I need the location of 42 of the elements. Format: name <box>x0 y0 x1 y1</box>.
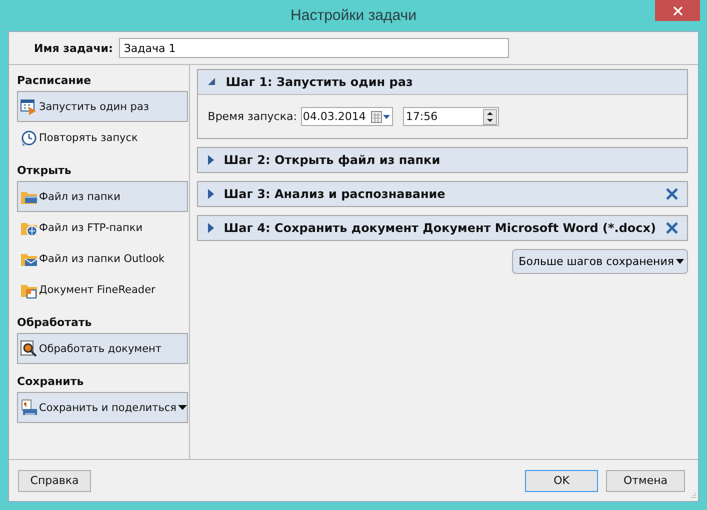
calendar-icon <box>20 98 38 116</box>
close-button[interactable] <box>655 0 700 21</box>
sidebar-item[interactable]: Повторять запуск <box>17 122 188 153</box>
caret-icon <box>676 259 684 264</box>
clock-icon <box>20 128 38 146</box>
sidebar-item[interactable]: Файл из папки Outlook <box>17 243 188 274</box>
expand-icon <box>208 155 214 165</box>
spinner-icon[interactable] <box>482 108 497 124</box>
close-icon <box>672 6 682 16</box>
section-heading: Расписание <box>17 74 92 88</box>
printer-icon <box>20 398 38 416</box>
sidebar-item[interactable]: Файл из папки <box>17 181 188 212</box>
ok-button[interactable]: OK <box>525 470 598 492</box>
task-name-label: Имя задачи: <box>34 42 113 54</box>
collapse-icon <box>208 78 216 86</box>
window-title: Настройки задачи <box>290 7 416 24</box>
sidebar-item[interactable]: Обработать документ <box>17 333 188 364</box>
expand-icon <box>208 189 214 199</box>
step-header[interactable]: Шаг 1: Запустить один раз <box>198 70 687 95</box>
sidebar-item[interactable]: Запустить один раз <box>17 91 188 122</box>
help-button[interactable]: Справка <box>18 470 91 492</box>
calendar-dropdown-icon[interactable] <box>370 110 391 122</box>
date-field[interactable]: 04.03.2014 <box>300 107 393 126</box>
step-header[interactable]: Шаг 2: Открыть файл из папки <box>198 148 687 172</box>
more-steps-button[interactable]: Больше шагов сохранения <box>512 249 688 274</box>
section-heading: Сохранить <box>17 375 84 389</box>
expand-icon <box>208 223 214 233</box>
sidebar-item[interactable]: Документ FineReader <box>17 274 188 305</box>
sidebar-item[interactable]: Файл из FTP-папки <box>17 212 188 243</box>
task-name-field[interactable]: Задача 1 <box>118 38 509 58</box>
remove-icon[interactable] <box>666 222 678 234</box>
step-header[interactable]: Шаг 3: Анализ и распознавание <box>198 182 687 206</box>
magnifier-icon <box>20 340 38 358</box>
section-heading: Открыть <box>17 164 72 178</box>
field-label: Время запуска: <box>208 110 297 123</box>
section-heading: Обработать <box>17 316 92 330</box>
resize-grip-icon[interactable] <box>689 492 697 500</box>
sidebar-item[interactable]: Сохранить и поделиться <box>17 392 188 423</box>
time-field[interactable]: 17:56 <box>402 107 499 126</box>
step-header[interactable]: Шаг 4: Сохранить документ Документ Microsoft Word (*.docx) <box>198 216 687 240</box>
remove-icon[interactable] <box>666 188 678 200</box>
cancel-button[interactable]: Отмена <box>606 470 685 492</box>
